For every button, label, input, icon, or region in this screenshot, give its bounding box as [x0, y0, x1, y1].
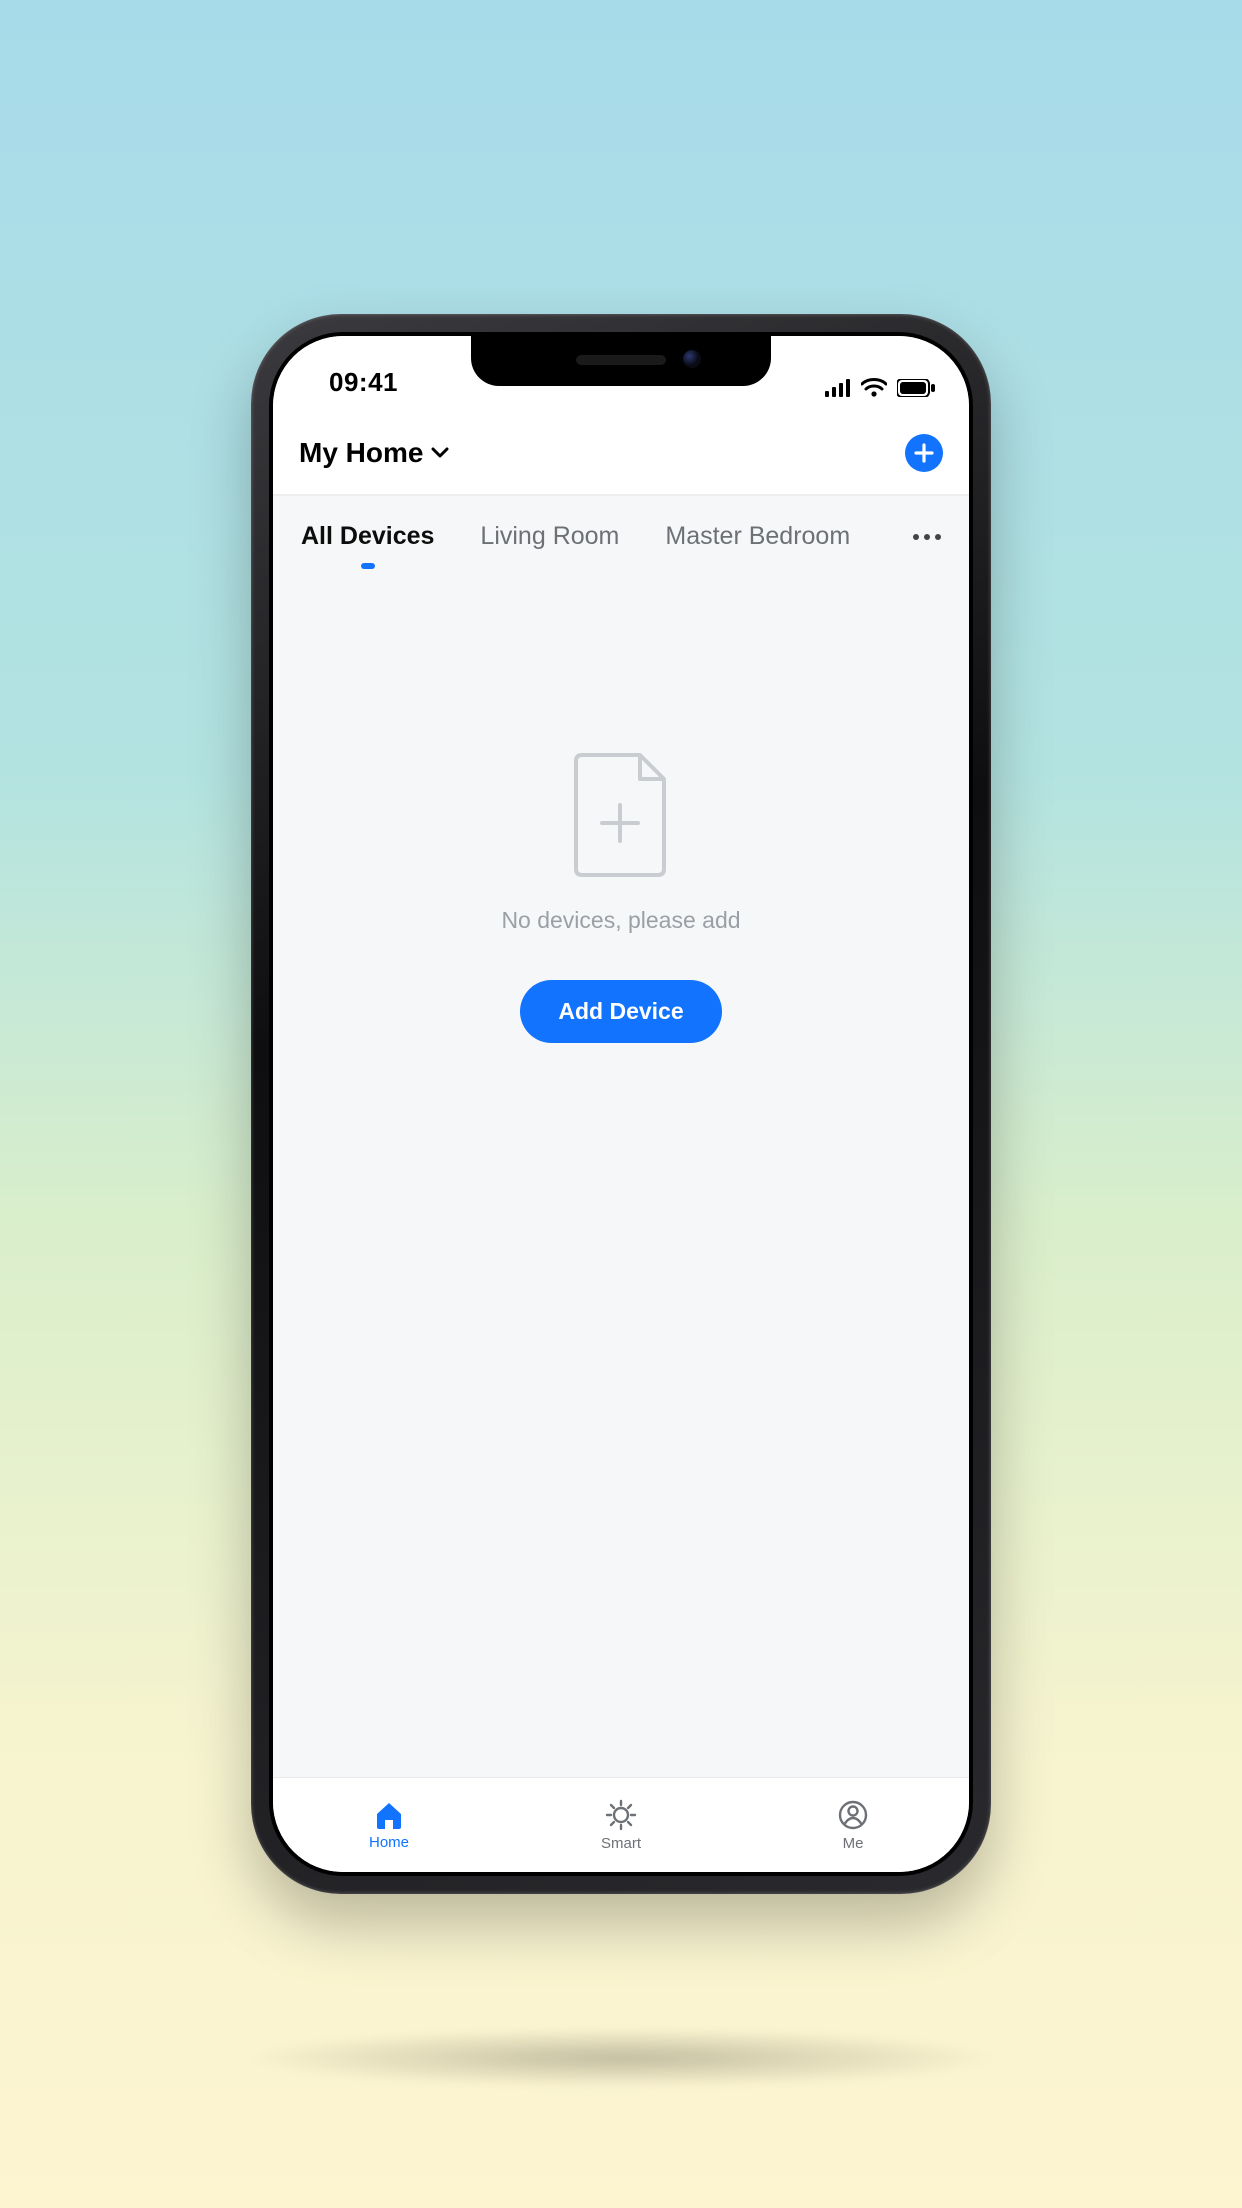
add-device-button[interactable]: Add Device: [520, 980, 721, 1043]
empty-message: No devices, please add: [501, 907, 740, 934]
nav-me-label: Me: [843, 1835, 864, 1852]
plus-icon: [914, 443, 934, 463]
home-title-text: My Home: [299, 437, 423, 469]
nav-home-label: Home: [369, 1834, 409, 1851]
wifi-icon: [861, 378, 887, 398]
promo-background: 09:41: [0, 0, 1242, 2208]
nav-smart-label: Smart: [601, 1835, 641, 1852]
app-header: My Home: [273, 404, 969, 496]
tab-living-room[interactable]: Living Room: [480, 522, 619, 551]
user-icon: [837, 1799, 869, 1831]
battery-icon: [897, 379, 935, 397]
phone-bezel: 09:41: [269, 332, 973, 1876]
chevron-down-icon: [431, 447, 449, 459]
tabs-overflow-icon[interactable]: [913, 534, 943, 540]
phone-frame: 09:41: [251, 314, 991, 1894]
phone-screen: 09:41: [273, 336, 969, 1872]
room-tabs: All Devices Living Room Master Bedroom: [273, 496, 969, 569]
home-selector[interactable]: My Home: [299, 437, 449, 469]
phone-notch: [471, 336, 771, 386]
document-plus-icon: [566, 749, 676, 879]
add-button[interactable]: [905, 434, 943, 472]
tab-master-bedroom[interactable]: Master Bedroom: [665, 522, 849, 551]
empty-state: No devices, please add Add Device: [273, 569, 969, 1777]
home-icon: [373, 1800, 405, 1830]
device-drop-shadow: [241, 2028, 1001, 2088]
nav-home[interactable]: Home: [273, 1778, 505, 1872]
status-time: 09:41: [307, 367, 398, 398]
sun-icon: [605, 1799, 637, 1831]
nav-me[interactable]: Me: [737, 1778, 969, 1872]
status-indicators: [825, 378, 935, 398]
tab-all-devices[interactable]: All Devices: [301, 522, 434, 551]
cellular-icon: [825, 379, 851, 397]
